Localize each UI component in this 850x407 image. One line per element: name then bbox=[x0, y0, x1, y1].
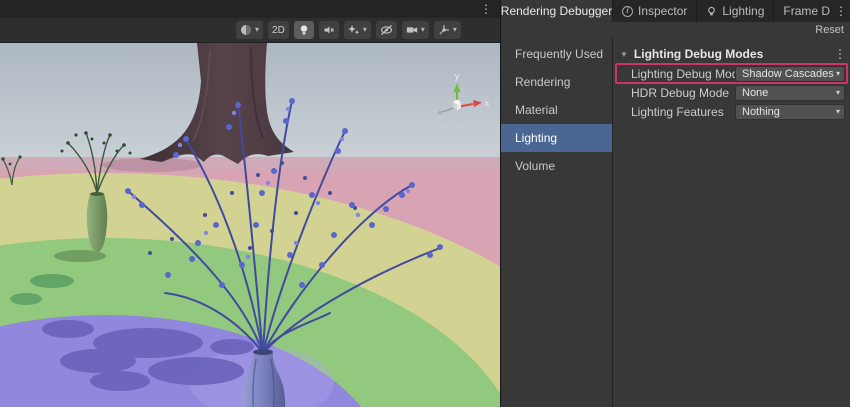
lighting-debug-mode-row: Lighting Debug Mode Shadow Cascades ▾ bbox=[613, 64, 850, 83]
rendering-debugger-panel: Rendering Debugger i Inspector Lighting … bbox=[500, 0, 850, 407]
debugger-toolbar: Reset bbox=[501, 22, 850, 38]
tab-lighting[interactable]: Lighting bbox=[697, 0, 774, 22]
gizmos-dropdown-button[interactable]: ▾ bbox=[434, 21, 461, 39]
tab-label: Frame D bbox=[783, 4, 830, 18]
panel-tabbar: Rendering Debugger i Inspector Lighting … bbox=[501, 0, 850, 22]
scene-menu-kebab-icon[interactable]: ⋮ bbox=[480, 2, 492, 16]
dropdown-value: None bbox=[742, 87, 836, 99]
gizmo-x-label[interactable]: x bbox=[485, 98, 490, 108]
tabbar-kebab-icon[interactable]: ⋮ bbox=[832, 0, 850, 22]
scene-toolbar: ▾ 2D ▾ bbox=[0, 18, 500, 43]
lighting-features-row: Lighting Features Nothing ▾ bbox=[613, 102, 850, 121]
mode-2d-label: 2D bbox=[272, 25, 285, 36]
debugger-sidebar: Frequently Used Rendering Material Light… bbox=[501, 38, 613, 407]
scene-view[interactable]: y x ◄ Persp bbox=[0, 43, 500, 407]
light-bulb-icon bbox=[706, 6, 717, 17]
section-title: Lighting Debug Modes bbox=[634, 47, 763, 61]
scene-visibility-toggle-button[interactable] bbox=[376, 21, 397, 39]
property-label: Lighting Debug Mode bbox=[631, 67, 735, 81]
hdr-debug-mode-dropdown[interactable]: None ▾ bbox=[735, 85, 845, 101]
chevron-down-icon: ▾ bbox=[363, 26, 367, 34]
section-kebab-icon[interactable]: ⋮ bbox=[834, 47, 846, 61]
mode-2d-button[interactable]: 2D bbox=[268, 21, 289, 39]
sidebar-item-rendering[interactable]: Rendering bbox=[501, 68, 612, 96]
sidebar-item-material[interactable]: Material bbox=[501, 96, 612, 124]
scene-view-pane: ⋮ ▾ 2D bbox=[0, 0, 500, 407]
tab-frame-debugger[interactable]: Frame D bbox=[774, 0, 832, 22]
chevron-down-icon: ▾ bbox=[836, 70, 840, 78]
debugger-content: ▼ Lighting Debug Modes ⋮ Lighting Debug … bbox=[613, 38, 850, 407]
gizmo-axes-icon bbox=[438, 24, 450, 36]
sidebar-item-frequently-used[interactable]: Frequently Used bbox=[501, 40, 612, 68]
sidebar-item-label: Volume bbox=[515, 159, 555, 173]
lighting-features-dropdown[interactable]: Nothing ▾ bbox=[735, 104, 845, 120]
sidebar-item-lighting[interactable]: Lighting bbox=[501, 124, 612, 152]
info-icon: i bbox=[622, 6, 633, 17]
chevron-down-icon: ▾ bbox=[836, 108, 840, 116]
property-label: HDR Debug Mode bbox=[631, 86, 735, 100]
chevron-down-icon: ▾ bbox=[421, 26, 425, 34]
chevron-down-icon: ▾ bbox=[255, 26, 259, 34]
hdr-debug-mode-row: HDR Debug Mode None ▾ bbox=[613, 83, 850, 102]
scene-topbar: ⋮ bbox=[0, 0, 500, 18]
sidebar-item-label: Material bbox=[515, 103, 558, 117]
sidebar-item-label: Lighting bbox=[515, 131, 557, 145]
section-header: ▼ Lighting Debug Modes ⋮ bbox=[613, 44, 850, 64]
scene-lighting-toggle-button[interactable] bbox=[294, 21, 314, 39]
light-bulb-icon bbox=[298, 24, 310, 36]
audio-muted-icon bbox=[323, 24, 335, 36]
eye-slash-icon bbox=[380, 24, 393, 36]
tab-inspector[interactable]: i Inspector bbox=[613, 0, 697, 22]
reset-button[interactable]: Reset bbox=[815, 24, 844, 36]
persp-label[interactable]: Persp bbox=[438, 124, 467, 136]
draw-mode-button[interactable]: ▾ bbox=[236, 21, 263, 39]
chevron-down-icon: ▾ bbox=[836, 89, 840, 97]
shaded-sphere-icon bbox=[240, 24, 252, 36]
tab-label: Rendering Debugger bbox=[501, 4, 612, 18]
persp-arrow-icon[interactable]: ◄ bbox=[426, 124, 437, 136]
camera-dropdown-button[interactable]: ▾ bbox=[402, 21, 429, 39]
debugger-body: Frequently Used Rendering Material Light… bbox=[501, 38, 850, 407]
dropdown-value: Nothing bbox=[742, 106, 836, 118]
tab-label: Lighting bbox=[722, 4, 764, 18]
tab-rendering-debugger[interactable]: Rendering Debugger bbox=[501, 0, 613, 22]
sidebar-item-label: Rendering bbox=[515, 75, 570, 89]
effects-stars-icon bbox=[348, 24, 360, 36]
audio-toggle-button[interactable] bbox=[319, 21, 339, 39]
chevron-down-icon: ▾ bbox=[453, 26, 457, 34]
property-label: Lighting Features bbox=[631, 105, 735, 119]
gizmo-y-label[interactable]: y bbox=[455, 71, 460, 81]
tab-label: Inspector bbox=[638, 4, 687, 18]
camera-icon bbox=[406, 24, 418, 36]
lighting-debug-mode-dropdown[interactable]: Shadow Cascades ▾ bbox=[735, 66, 845, 82]
dropdown-value: Shadow Cascades bbox=[742, 68, 836, 80]
effects-dropdown-button[interactable]: ▾ bbox=[344, 21, 371, 39]
sidebar-item-label: Frequently Used bbox=[515, 47, 603, 61]
sidebar-item-volume[interactable]: Volume bbox=[501, 152, 612, 180]
foldout-icon[interactable]: ▼ bbox=[620, 50, 628, 59]
